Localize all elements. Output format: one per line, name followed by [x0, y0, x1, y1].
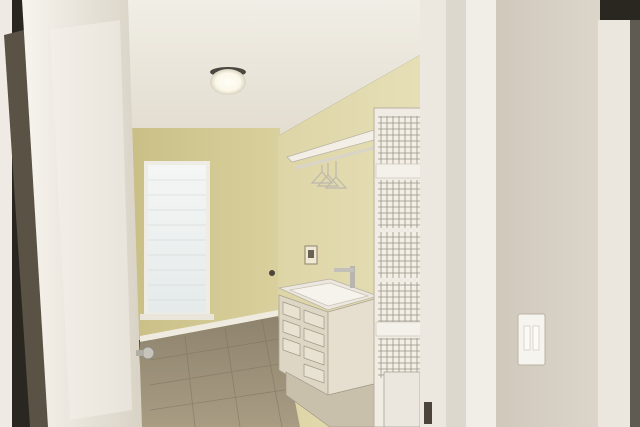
shelf-board-1	[375, 163, 423, 179]
window-blind	[148, 165, 206, 313]
light-switch-left	[523, 325, 531, 351]
light-switch-plate	[517, 313, 546, 366]
dryer-vent	[269, 270, 275, 276]
laundry-basket	[383, 371, 421, 427]
light-switch-right	[532, 325, 540, 351]
door-frame-edge	[466, 0, 496, 427]
hallway-wall	[496, 0, 600, 427]
door-frame-shadow	[446, 0, 466, 427]
wire-basket-1	[378, 116, 420, 164]
wire-basket-2	[378, 180, 420, 228]
wire-basket-4	[378, 282, 420, 322]
door-latch	[136, 350, 144, 356]
wall-box-inner	[308, 250, 314, 258]
shelf-board-2	[375, 321, 423, 337]
ceiling-light	[210, 69, 246, 95]
right-door-shadow	[630, 20, 640, 427]
window-sill	[140, 314, 214, 320]
door-hinge	[424, 402, 432, 424]
laundry-room-photo	[0, 0, 640, 427]
faucet-spout	[334, 268, 354, 272]
wire-basket-3	[378, 232, 420, 278]
